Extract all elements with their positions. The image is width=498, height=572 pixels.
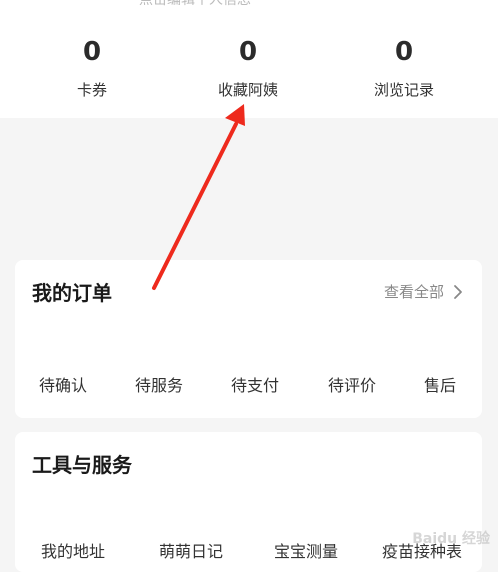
tools-services-card: 工具与服务 我的地址 萌萌日记 宝宝测量 疫苗接种表 [15,432,482,572]
order-status-pending-review[interactable]: 待评价 [328,375,376,397]
order-status-after-sales[interactable]: 售后 [424,375,456,397]
stat-coupons[interactable]: 0 卡券 [22,36,162,100]
stat-browse-history[interactable]: 0 浏览记录 [334,36,474,100]
tool-my-address[interactable]: 我的地址 [41,540,105,564]
stat-browse-history-label: 浏览记录 [373,81,434,99]
view-all-label: 查看全部 [383,283,444,301]
watermark: Baidu 经验 [412,531,490,547]
order-status-row: 待确认 待服务 待支付 待评价 售后 [15,375,482,397]
view-all-orders-button[interactable]: 查看全部 [384,282,464,302]
order-status-pending-service[interactable]: 待服务 [135,375,183,397]
stat-favorite-nannies-label: 收藏阿姨 [217,81,278,99]
stat-coupons-label: 卡券 [76,81,107,99]
tool-baby-measure[interactable]: 宝宝测量 [274,540,338,564]
chevron-right-icon [454,285,462,299]
edit-profile-hint[interactable]: 点击编辑个人信息 [0,0,390,8]
stat-favorite-nannies-value: 0 [238,37,258,67]
tool-baby-diary[interactable]: 萌萌日记 [159,540,223,564]
stat-browse-history-value: 0 [394,37,414,67]
order-status-pending-confirm[interactable]: 待确认 [39,375,87,397]
stat-favorite-nannies[interactable]: 0 收藏阿姨 [178,36,318,100]
my-orders-card: 我的订单 查看全部 待确认 待服务 待支付 待评价 售后 [15,260,482,418]
tools-services-title: 工具与服务 [32,453,132,477]
profile-header: 点击编辑个人信息 0 卡券 0 收藏阿姨 0 浏览记录 [0,0,498,118]
order-status-pending-payment[interactable]: 待支付 [231,375,279,397]
stat-coupons-value: 0 [82,37,102,67]
my-orders-title: 我的订单 [32,281,112,305]
